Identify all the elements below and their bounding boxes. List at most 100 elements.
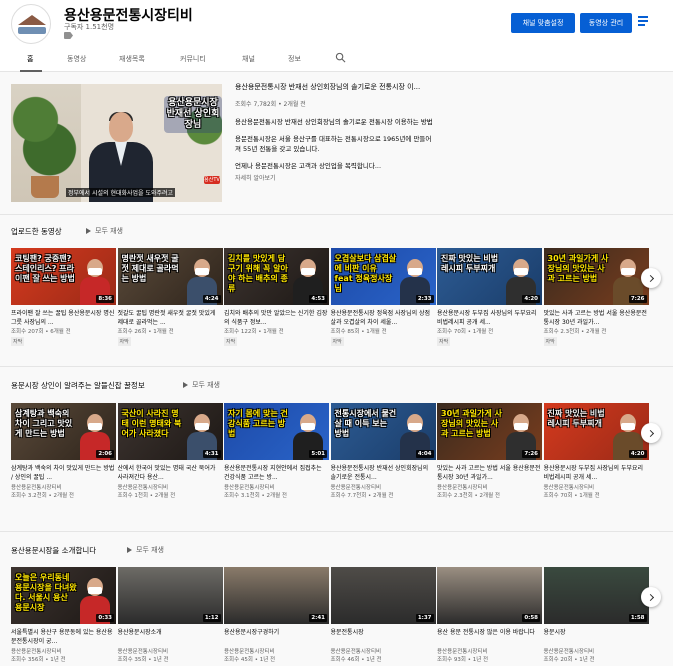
video-meta: 조회수 356회 • 1년 전 <box>11 657 66 663</box>
video-title[interactable]: 용산용문시장 두부집 사장님의 두부요리 비법레시피 공개 세... <box>437 309 542 327</box>
thumbnail-text: 삼계탕과 백숙의 차이 그리고 맛있게 만드는 방법 <box>15 409 73 438</box>
video-channel[interactable]: 용산용문전통시장티비 <box>118 647 169 655</box>
video-thumbnail[interactable]: 전통시장에서 물건 살 때 이득 보는 방법 4:04 <box>330 403 436 460</box>
subscriber-count: 구독자 1.51천명 <box>64 23 115 31</box>
read-more-link[interactable]: 자세히 알아보기 <box>235 173 435 182</box>
video-thumbnail[interactable]: 진짜 맛있는 비법 레시피 두부찌개 4:20 <box>543 403 649 460</box>
video-thumbnail[interactable]: 1:58 <box>543 567 649 624</box>
video-title[interactable]: 용산용문시장소개 <box>118 628 223 646</box>
tab-community[interactable]: 커뮤니티 <box>180 54 206 64</box>
video-meta: 조회수 3.2천회 • 2개월 전 <box>11 493 74 499</box>
channel-avatar[interactable] <box>11 4 51 44</box>
video-thumbnail[interactable]: 오늘은 우리동네 용문시장을 다녀왔다. 서울시 용산 용문시장 0:33 <box>11 567 116 624</box>
video-duration: 4:53 <box>309 295 327 303</box>
video-meta: 조회수 2.3천회 • 2개월 전 <box>437 493 500 499</box>
next-arrow-button[interactable] <box>641 587 661 607</box>
featured-desc-2: 용문전통시장은 서울 용산구를 대표하는 전통시장으로 1965년에 만들어져 … <box>235 135 432 153</box>
video-thumbnail[interactable]: 1:37 <box>330 567 436 624</box>
play-all-button-uploads[interactable]: 모두 재생 <box>86 226 123 236</box>
video-thumbnail[interactable]: 30년 과일가게 사장님의 맛있는 사과 고르는 방법 7:26 <box>543 248 649 305</box>
video-meta: 조회수 70회 • 1개월 전 <box>437 329 494 335</box>
video-thumbnail[interactable]: 코팅팬? 궁중팬? 스테인리스? 프라이팬 잘 쓰는 방법 8:36 <box>11 248 116 305</box>
tab-channels[interactable]: 채널 <box>242 54 255 64</box>
featured-video-thumbnail[interactable]: 용산용문시장 반재선 상인회장님 정부에서 시설의 현대화사업을 도와주려고 용… <box>11 84 222 202</box>
video-duration: 4:24 <box>202 295 221 303</box>
video-channel[interactable]: 용산용문전통시장티비 <box>331 647 382 655</box>
video-title[interactable]: 용산용문시장구경하기 <box>224 628 329 646</box>
video-thumbnail[interactable]: 자기 몸에 맞는 건강식품 고르는 방법 5:01 <box>224 403 329 460</box>
tab-playlists[interactable]: 재생목록 <box>119 54 145 64</box>
video-title[interactable]: 용산용문전통시장 지현안에서 집접추는 건강식품 고르는 방... <box>224 464 329 482</box>
video-meta: 조회수 93회 • 1년 전 <box>437 657 489 663</box>
video-channel[interactable]: 용산용문전통시장티비 <box>437 647 488 655</box>
video-thumbnail[interactable]: 1:12 <box>117 567 223 624</box>
active-tab-indicator <box>20 70 42 72</box>
section-title-tips[interactable]: 용문시장 상인이 알려주는 알뜰신잡 꿀정보 <box>11 380 145 391</box>
thumbnail-text: 명란젓 새우젓 굴젓 제대로 골라먹는 방법 <box>121 254 179 283</box>
section-divider <box>0 366 673 367</box>
video-title[interactable]: 젓갈도 꿀팁 명란젓 새우젓 굴젓 맛있게 제대로 골라먹는 ... <box>118 309 223 327</box>
video-title[interactable]: 산에서 한국어 맛있는 명태 국산 북어가 사라져간다 용산... <box>118 464 223 482</box>
video-meta: 조회수 207회 • 6개월 전 <box>11 329 71 335</box>
featured-meta: 조회수 7,782회 • 2개월 전 <box>235 101 306 108</box>
manage-videos-button[interactable]: 동영상 관리 <box>580 13 632 33</box>
video-meta: 조회수 1천회 • 2개월 전 <box>117 493 176 499</box>
video-meta: 조회수 122회 • 1개월 전 <box>224 329 284 335</box>
video-duration: 2:41 <box>309 614 327 622</box>
video-channel[interactable]: 용산용문전통시장티비 <box>11 483 62 491</box>
caption-badge: 자막 <box>224 337 238 346</box>
tab-videos[interactable]: 동영상 <box>67 54 86 64</box>
video-channel[interactable]: 용산용문전통시장티비 <box>224 483 275 491</box>
next-arrow-button[interactable] <box>641 423 661 443</box>
video-channel[interactable]: 용산용문전통시장티비 <box>544 647 595 655</box>
video-channel[interactable]: 용산용문전통시장티비 <box>544 483 595 491</box>
caption-badge: 자막 <box>437 337 451 346</box>
play-all-button-intro[interactable]: 모두 재생 <box>127 545 164 555</box>
video-thumbnail[interactable]: 국산이 사라진 명태 이런 명태와 북어가 사라졌다 4:31 <box>117 403 223 460</box>
video-title[interactable]: 용산 용문 전통시장 많은 이용 바랍니다 <box>437 628 542 646</box>
thumbnail-text: 오겹살보다 삼겹살에 비판 이유 feat 정육정사장님 <box>334 254 397 293</box>
thumbnail-text: 김치를 맛있게 담구기 위해 꼭 알아야 하는 배추의 종류 <box>228 254 288 293</box>
video-title[interactable]: 삼계탕과 백숙의 차이 맛있게 만드는 방법 / 상인의 꿀팁 ... <box>11 464 116 482</box>
video-title[interactable]: 서울특별시 용산구 용문동에 있는 용산용문전통시장이 궁... <box>11 628 116 646</box>
video-duration: 5:01 <box>309 450 327 458</box>
section-divider <box>0 531 673 532</box>
video-title[interactable]: 김치와 배추의 맛만 알았으는 신기한 김장의 식품구 정보... <box>224 309 329 327</box>
play-all-button-tips[interactable]: 모두 재생 <box>183 380 220 390</box>
video-thumbnail[interactable]: 0:58 <box>437 567 542 624</box>
video-title[interactable]: 용산용문시장 두부집 사장님의 두부요리 비법레시피 공개 세... <box>544 464 649 482</box>
video-title[interactable]: 프라이팬 잘 쓰는 꿀팁 용산용문시장 명신그릇 사장님의 ... <box>11 309 116 327</box>
video-meta: 조회수 35회 • 1년 전 <box>117 657 169 663</box>
featured-title[interactable]: 용산용문전통시장 반재선 상인회장님의 솔기로운 전통시장 이... <box>235 82 435 92</box>
next-arrow-button[interactable] <box>641 268 661 288</box>
video-title[interactable]: 맛있는 사과 고르는 방법 서울 용산용문전통시장 30년 과일가... <box>437 464 542 482</box>
video-channel[interactable]: 용산용문전통시장티비 <box>437 483 488 491</box>
video-thumbnail[interactable]: 진짜 맛있는 비법 레시피 두부찌개 4:20 <box>437 248 542 305</box>
video-title[interactable]: 용문전통시장 <box>331 628 436 646</box>
section-title-intro[interactable]: 용산용문시장을 소개합니다 <box>11 545 96 556</box>
tab-home[interactable]: 홈 <box>27 54 33 64</box>
video-thumbnail[interactable]: 2:41 <box>224 567 329 624</box>
search-icon[interactable] <box>335 52 346 63</box>
thumbnail-text: 전통시장에서 물건 살 때 이득 보는 방법 <box>334 409 397 438</box>
video-channel[interactable]: 용산용문전통시장티비 <box>331 483 382 491</box>
section-title-uploads[interactable]: 업로드한 동영상 <box>11 226 62 237</box>
video-title[interactable]: 용산용문전통시장 반재선 상인회장님의 솔기로운 전통시... <box>331 464 436 482</box>
video-title[interactable]: 맛있는 사과 고르는 방법 서울 용산용문전통시장 30년 과일가... <box>544 309 649 327</box>
chevron-right-icon <box>646 429 654 437</box>
video-duration: 4:20 <box>522 295 540 303</box>
video-channel[interactable]: 용산용문전통시장티비 <box>11 647 62 655</box>
video-channel[interactable]: 용산용문전통시장티비 <box>224 647 275 655</box>
playlist-sort-icon[interactable] <box>638 16 652 28</box>
video-thumbnail[interactable]: 30년 과일가게 사장님의 맛있는 사과 고르는 방법 7:26 <box>437 403 542 460</box>
video-thumbnail[interactable]: 김치를 맛있게 담구기 위해 꼭 알아야 하는 배추의 종류 4:53 <box>224 248 329 305</box>
video-thumbnail[interactable]: 오겹살보다 삼겹살에 비판 이유 feat 정육정사장님 2:33 <box>330 248 436 305</box>
video-title[interactable]: 용산용문전통시장 정육점 사장님의 상점살과 오겹살의 차이 세울... <box>331 309 436 327</box>
video-title[interactable]: 용문시장 <box>544 628 649 646</box>
tag-icon[interactable] <box>64 32 73 39</box>
video-thumbnail[interactable]: 삼계탕과 백숙의 차이 그리고 맛있게 만드는 방법 2:06 <box>11 403 116 460</box>
video-channel[interactable]: 용산용문전통시장티비 <box>118 483 169 491</box>
customize-channel-button[interactable]: 채널 맞춤설정 <box>511 13 575 33</box>
tab-about[interactable]: 정보 <box>288 54 301 64</box>
video-thumbnail[interactable]: 명란젓 새우젓 굴젓 제대로 골라먹는 방법 4:24 <box>117 248 223 305</box>
